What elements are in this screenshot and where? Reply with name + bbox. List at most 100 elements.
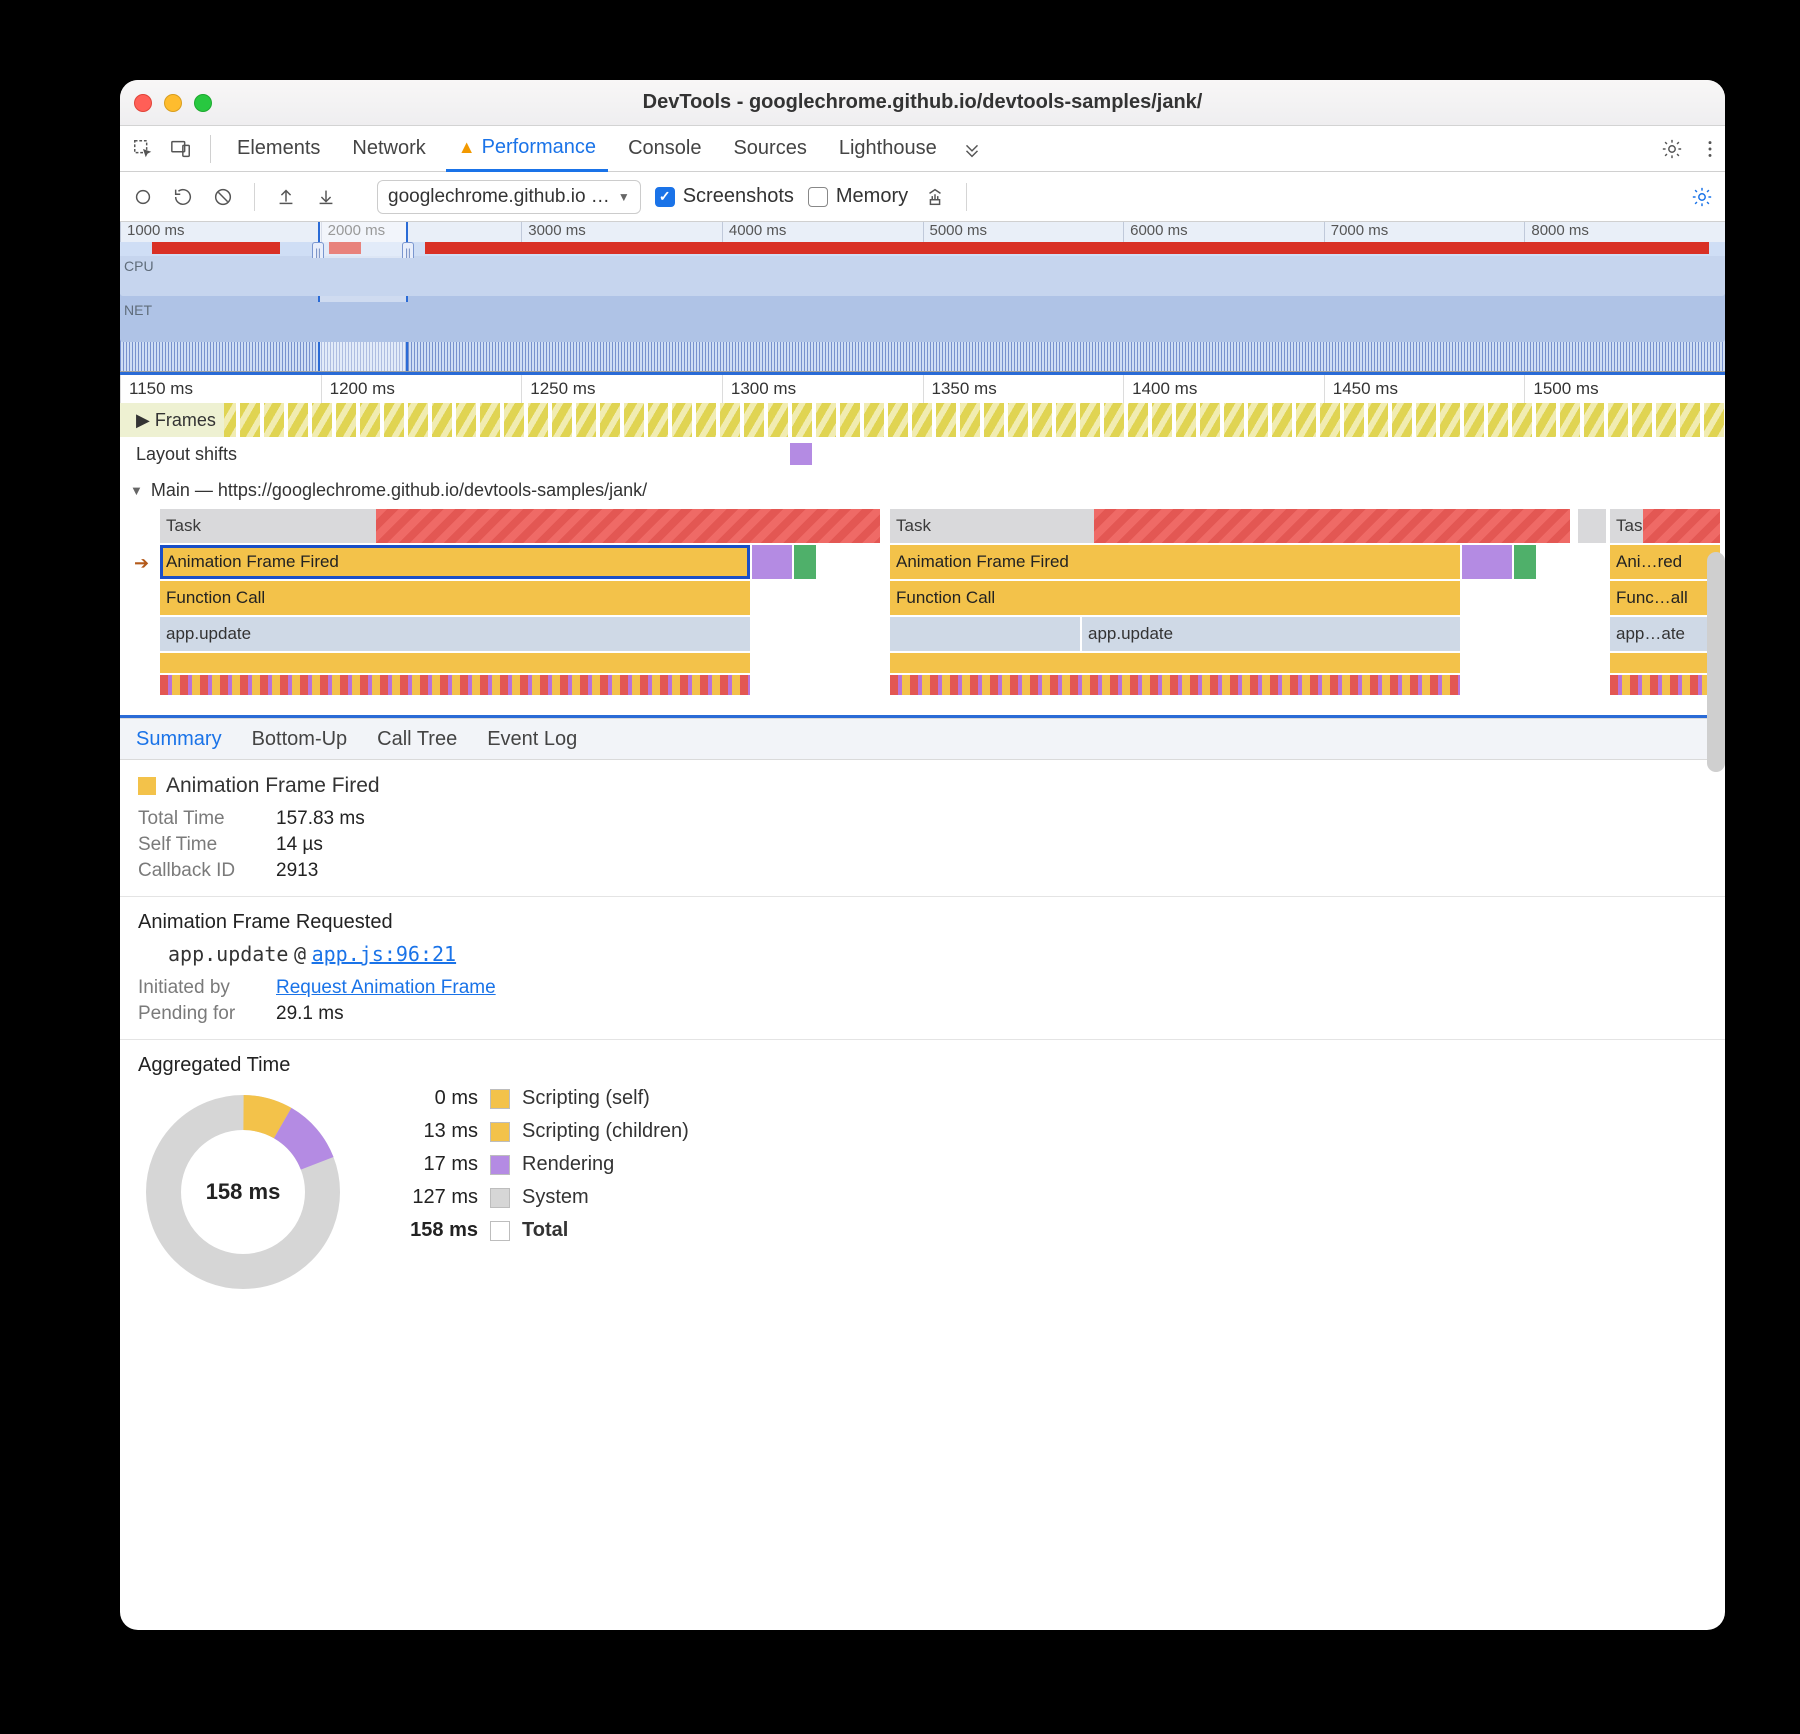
stack-function: app.update [168,942,288,966]
tab-performance[interactable]: ▲ Performance [446,127,608,172]
flame-chart[interactable]: 1150 ms1200 ms1250 ms1300 ms1350 ms1400 … [120,372,1725,718]
flame-scrollbar[interactable] [1707,552,1725,772]
tab-label: Network [352,137,425,160]
toggle-device-toolbar-icon[interactable] [166,138,196,160]
selection-arrow-icon: ➔ [134,553,149,574]
overview-selection[interactable] [318,222,408,371]
tab-call-tree[interactable]: Call Tree [375,724,459,755]
flame-aff-purple-2[interactable] [1462,545,1512,579]
performance-toolbar: googlechrome.github.io … ▼ ✓ Screenshots… [120,172,1725,222]
close-window-button[interactable] [134,94,152,112]
flame-task-1[interactable]: Task [160,509,880,543]
flame-fc-2[interactable]: Function Call [890,581,1460,615]
memory-checkbox[interactable]: Memory [808,185,908,208]
tab-label: Lighthouse [839,137,937,160]
flame-aff-purple-1[interactable] [752,545,792,579]
capture-settings-icon[interactable] [1689,184,1715,210]
layout-shifts-track[interactable]: Layout shifts [120,437,1725,471]
flame-aff-3[interactable]: Ani…red [1610,545,1720,579]
legend-swatch [490,1089,510,1109]
minimize-window-button[interactable] [164,94,182,112]
initiated-by-link[interactable]: Request Animation Frame [276,977,496,999]
total-time-label: Total Time [138,808,258,830]
checkbox-label: Memory [836,185,908,208]
checkbox-icon [808,187,828,207]
legend-swatch [490,1188,510,1208]
url-selector[interactable]: googlechrome.github.io … ▼ [377,180,641,214]
cpu-label: CPU [120,258,1725,296]
event-heading: Animation Frame Fired [138,774,1707,798]
panel-tabs: Elements Network ▲ Performance Console S… [120,126,1725,172]
legend-swatch [490,1155,510,1175]
tab-label: Elements [237,137,320,160]
flame-aff-green-1[interactable] [794,545,816,579]
flame-aff-2[interactable]: Animation Frame Fired [890,545,1460,579]
url-selector-label: googlechrome.github.io … [388,186,610,208]
caret-down-icon: ▼ [618,190,630,204]
upload-profile-icon[interactable] [273,184,299,210]
more-tabs-icon[interactable] [957,138,987,160]
tab-lighthouse[interactable]: Lighthouse [827,126,949,171]
initiated-by-label: Initiated by [138,977,258,999]
flame-fc-3[interactable]: Func…all [1610,581,1720,615]
flame-upd-3[interactable]: app…ate [1610,617,1720,651]
flame-aff-selected[interactable]: Animation Frame Fired [160,545,750,579]
summary-pane: Animation Frame Fired Total Time 157.83 m… [120,760,1725,1311]
flame-aff-green-2[interactable] [1514,545,1536,579]
self-time-value: 14 µs [276,834,323,856]
aggregated-heading: Aggregated Time [138,1054,1707,1077]
checkbox-icon: ✓ [655,187,675,207]
tab-label: Performance [482,136,597,159]
checkbox-label: Screenshots [683,185,794,208]
main-thread-label: Main — https://googlechrome.github.io/de… [151,480,647,501]
flame-task-2[interactable]: Task [890,509,1570,543]
layout-shifts-label: Layout shifts [136,444,237,464]
flame-ruler: 1150 ms1200 ms1250 ms1300 ms1350 ms1400 … [120,375,1725,403]
kebab-menu-icon[interactable] [1695,138,1725,160]
timeline-overview[interactable]: 1000 ms2000 ms3000 ms4000 ms5000 ms6000 … [120,222,1725,372]
tab-bottom-up[interactable]: Bottom-Up [250,724,350,755]
flame-upd-2b[interactable]: app.update [1082,617,1460,651]
total-time-value: 157.83 ms [276,808,365,830]
net-label: NET [120,302,1725,342]
flame-upd-1[interactable]: app.update [160,617,750,651]
callback-id-label: Callback ID [138,860,258,882]
stack-location-link[interactable]: app.js:96:21 [312,942,457,966]
tab-sources[interactable]: Sources [721,126,818,171]
download-profile-icon[interactable] [313,184,339,210]
clear-button[interactable] [210,184,236,210]
tab-console[interactable]: Console [616,126,713,171]
main-thread-header[interactable]: ▼ Main — https://googlechrome.github.io/… [120,471,1725,509]
inspect-element-icon[interactable] [128,138,158,160]
devtools-window: DevTools - googlechrome.github.io/devtoo… [120,80,1725,1630]
flame-upd-2a[interactable] [890,617,1080,651]
pending-for-value: 29.1 ms [276,1003,344,1025]
frames-label: Frames [155,410,216,430]
event-name: Animation Frame Fired [166,774,380,798]
disclose-icon: ▼ [130,483,143,498]
tab-elements[interactable]: Elements [225,126,332,171]
legend-swatch [490,1221,510,1241]
details-tabs: Summary Bottom-Up Call Tree Event Log [120,718,1725,760]
legend-swatch [490,1122,510,1142]
donut-center-value: 158 ms [138,1087,348,1297]
warning-icon: ▲ [458,137,476,158]
flame-task-3[interactable]: Task [1610,509,1720,543]
aggregated-donut-chart: 158 ms [138,1087,348,1297]
titlebar[interactable]: DevTools - googlechrome.github.io/devtoo… [120,80,1725,126]
flame-task-gap[interactable] [1578,509,1606,543]
tab-event-log[interactable]: Event Log [485,724,579,755]
callback-id-value: 2913 [276,860,318,882]
garbage-collect-icon[interactable] [922,184,948,210]
tab-label: Console [628,137,701,160]
reload-and-record-button[interactable] [170,184,196,210]
tab-summary[interactable]: Summary [134,724,224,755]
settings-icon[interactable] [1657,138,1687,160]
tab-network[interactable]: Network [340,126,437,171]
flame-fc-1[interactable]: Function Call [160,581,750,615]
screenshots-checkbox[interactable]: ✓ Screenshots [655,185,794,208]
zoom-window-button[interactable] [194,94,212,112]
frames-track[interactable]: ▶ Frames [120,403,1725,437]
request-heading: Animation Frame Requested [138,911,1707,934]
record-button[interactable] [130,184,156,210]
